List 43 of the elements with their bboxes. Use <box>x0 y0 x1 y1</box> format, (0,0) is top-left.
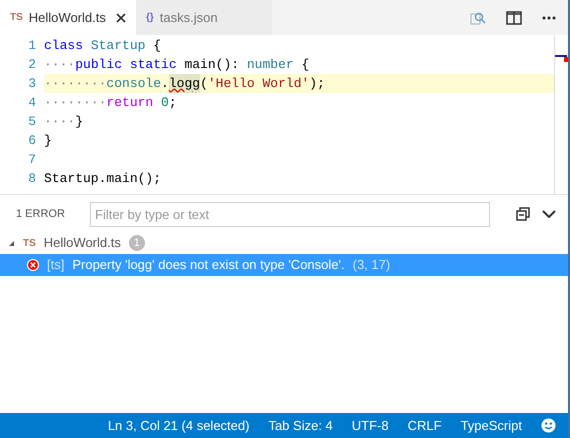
line-number: 7 <box>27 150 37 169</box>
file-row[interactable]: TS HelloWorld.ts 1 <box>0 232 568 254</box>
status-item[interactable]: CRLF <box>408 416 442 436</box>
file-type-icon: TS <box>23 236 36 250</box>
code-line: class Startup { <box>44 36 162 55</box>
close-icon[interactable] <box>116 12 126 22</box>
code-line: ····public static main(): number { <box>44 56 310 74</box>
problem-position: (3, 17) <box>352 256 390 274</box>
status-item[interactable]: Tab Size: 4 <box>268 416 333 436</box>
file-type-icon: {} <box>146 10 154 25</box>
split-editor-icon[interactable] <box>506 10 522 24</box>
problem-message: Property 'logg' does not exist on type 'Console'. <box>72 256 345 274</box>
chevron-down-icon[interactable] <box>542 210 556 218</box>
more-icon[interactable] <box>542 16 556 20</box>
editor-tab[interactable]: {} tasks.json <box>136 0 272 35</box>
problem-source: [ts] <box>47 256 64 274</box>
tab-label: tasks.json <box>160 8 218 27</box>
error-icon <box>27 259 39 271</box>
code-line: ····} <box>44 112 84 131</box>
editor-tab[interactable]: TS HelloWorld.ts <box>0 0 136 35</box>
status-item[interactable]: Ln 3, Col 21 (4 selected) <box>108 416 250 436</box>
code-line: } <box>44 132 53 150</box>
file-type-icon: TS <box>10 10 23 25</box>
collapse-all-icon[interactable] <box>516 207 530 221</box>
line-number: 8 <box>27 170 37 188</box>
code-line: ········return 0; <box>44 94 178 112</box>
line-number: 4 <box>27 94 37 112</box>
status-item[interactable]: UTF-8 <box>352 416 389 436</box>
problem-count-badge: 1 <box>128 235 145 251</box>
error-count: 1 ERROR <box>16 206 66 222</box>
line-number: 6 <box>27 132 37 150</box>
filter-field[interactable]: Filter by type or text <box>90 202 490 226</box>
code-line: Startup.main(); <box>44 170 162 188</box>
expand-triangle-icon[interactable] <box>8 240 15 246</box>
file-name: HelloWorld.ts <box>44 234 121 252</box>
line-number: 2 <box>27 56 37 74</box>
line-number: 3 <box>27 74 37 93</box>
smiley-icon[interactable] <box>541 418 556 433</box>
line-number: 5 <box>27 112 37 131</box>
line-number: 1 <box>27 36 37 55</box>
status-item[interactable]: TypeScript <box>460 416 522 436</box>
tab-label: HelloWorld.ts <box>28 8 106 27</box>
problem-row[interactable]: [ts] Property 'logg' does not exist on type 'Console'. (3, 17) <box>0 254 568 276</box>
